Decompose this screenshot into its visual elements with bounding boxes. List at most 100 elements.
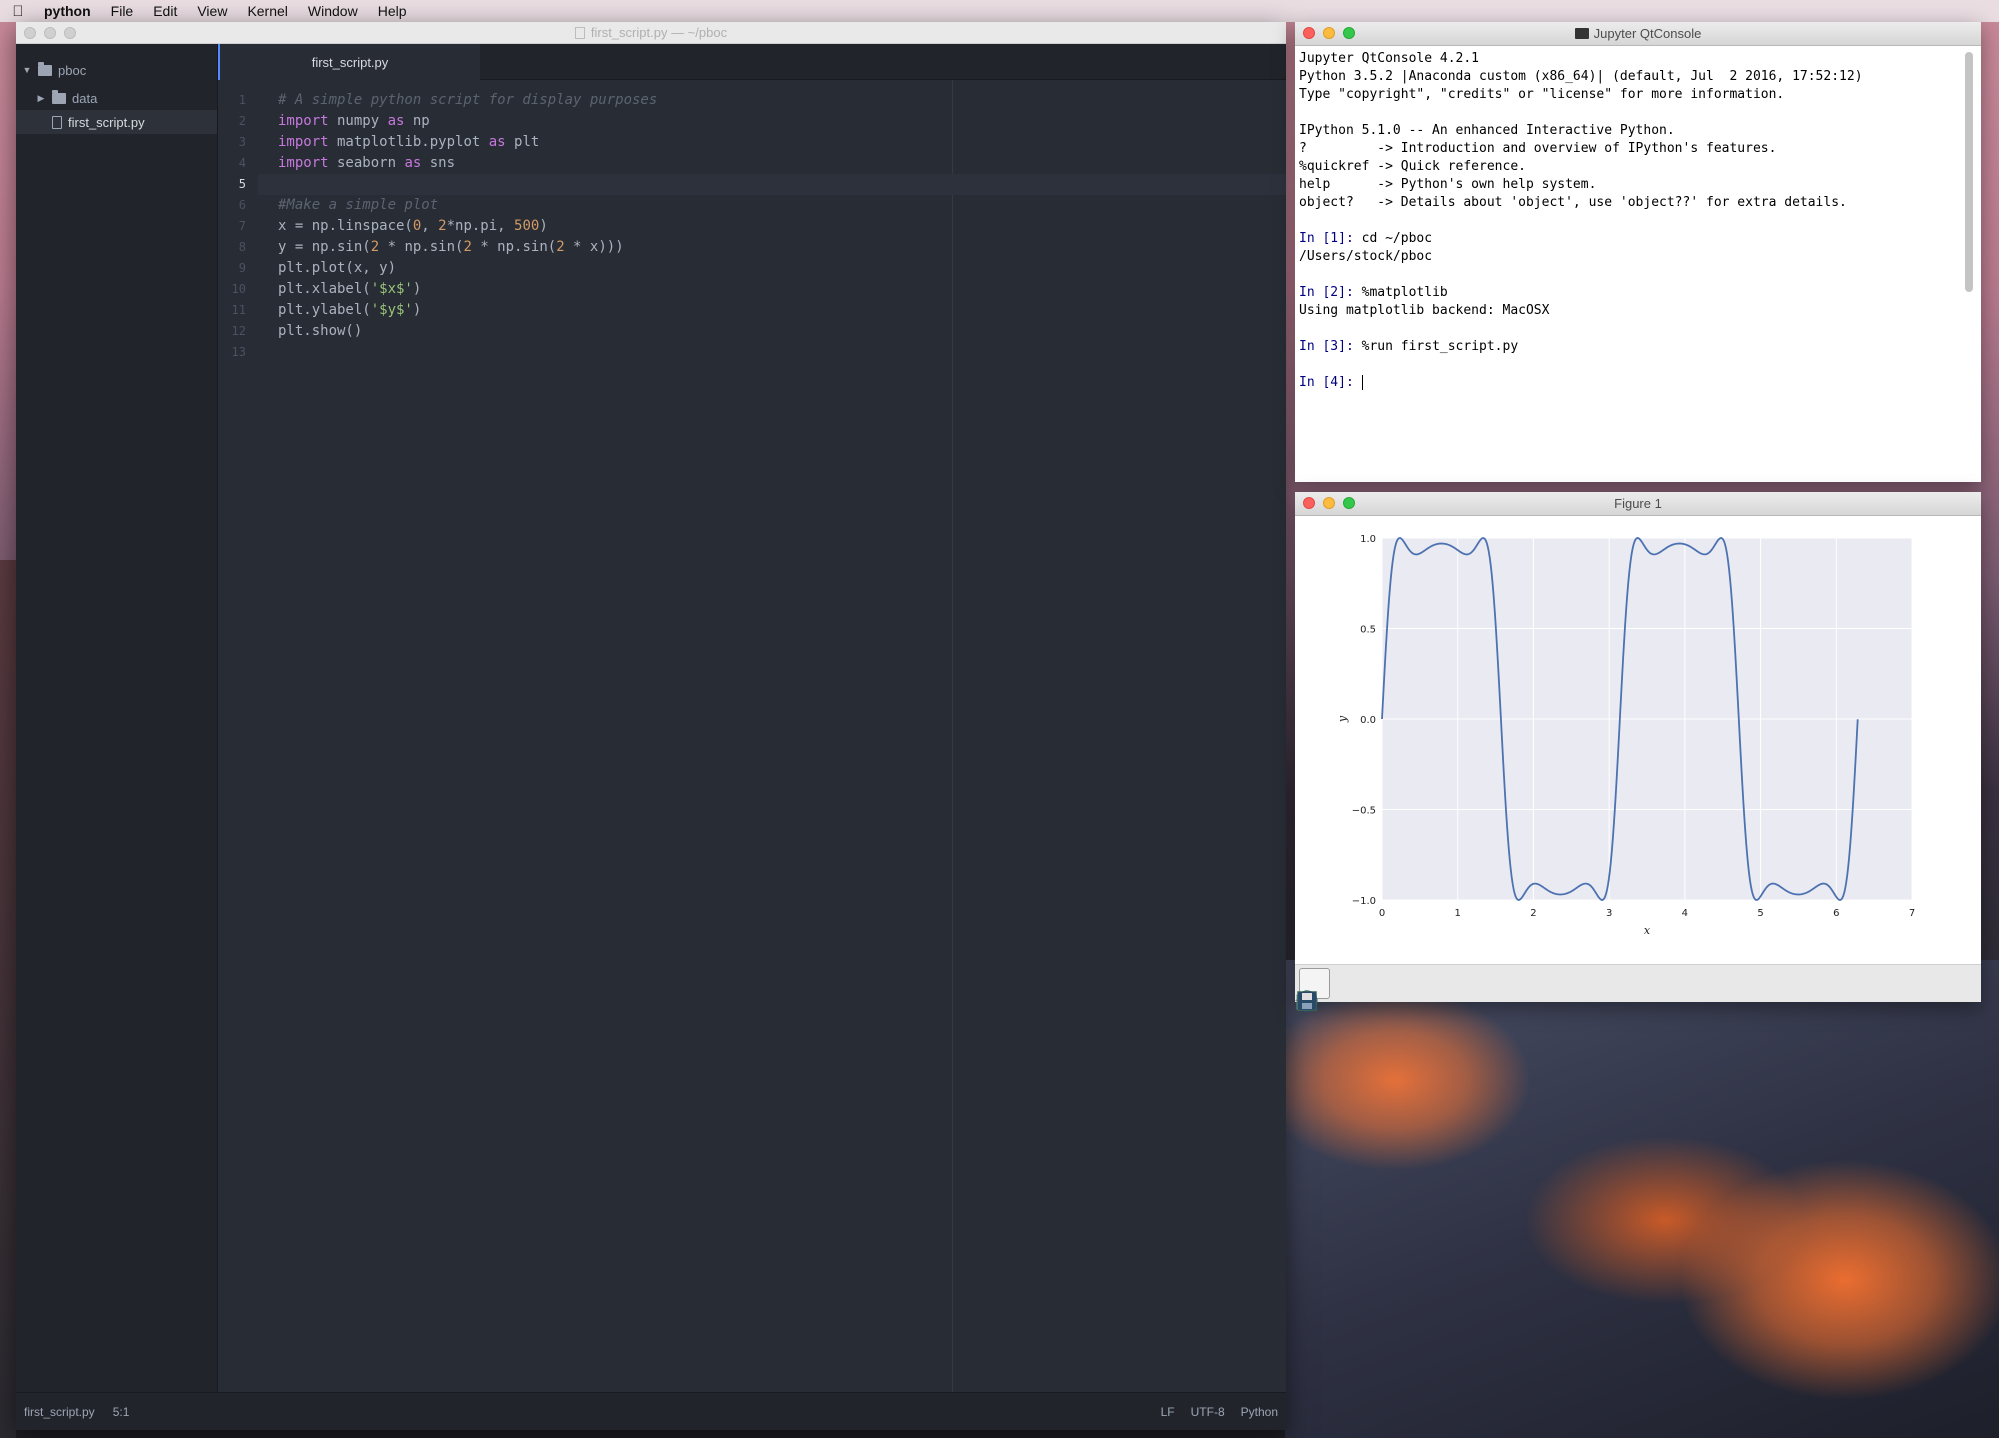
document-icon <box>574 26 585 39</box>
tree-root-pboc[interactable]: ▼ pboc <box>16 58 217 82</box>
qtconsole-title: Jupyter QtConsole <box>1593 26 1702 41</box>
console-spacer <box>1299 212 1959 230</box>
minimize-button[interactable] <box>44 27 56 39</box>
code-line[interactable]: import matplotlib.pyplot as plt <box>258 132 1286 153</box>
console-banner-line: help -> Python's own help system. <box>1299 177 1597 192</box>
forward-button[interactable] <box>1296 968 1398 1012</box>
atom-titlebar[interactable]: first_script.py — ~/pboc <box>16 22 1286 44</box>
console-banner-line: object? -> Details about 'object', use '… <box>1299 195 1847 210</box>
close-button[interactable] <box>1303 27 1315 39</box>
console-prompt: In [3]: <box>1299 339 1362 354</box>
x-tick-label: 3 <box>1606 908 1612 919</box>
console-banner-line: Type "copyright", "credits" or "license"… <box>1299 87 1785 102</box>
code-line[interactable]: #Make a simple plot <box>258 195 1286 216</box>
status-file-name[interactable]: first_script.py <box>24 1405 95 1419</box>
line-chart[interactable]: 0 1 2 3 4 5 6 7 1.0 0.5 0.0 −0.5 −1.0 x y <box>1295 516 1981 964</box>
folder-icon <box>52 89 66 104</box>
figure-titlebar[interactable]: Figure 1 <box>1295 492 1981 516</box>
console-input[interactable]: cd ~/pboc <box>1362 231 1432 246</box>
code-line[interactable]: # A simple python script for display pur… <box>258 90 1286 111</box>
editor-pane: first_script.py 1 2 3 4 5 6 7 8 9 10 11 12 13 # A si… <box>218 44 1286 1392</box>
console-input[interactable]: %matplotlib <box>1362 285 1448 300</box>
console-output-line: Using matplotlib backend: MacOSX <box>1299 303 1550 318</box>
menu-kernel[interactable]: Kernel <box>237 3 297 19</box>
line-number: 7 <box>238 219 246 233</box>
console-output[interactable]: Jupyter QtConsole 4.2.1 Python 3.5.2 |Ana… <box>1299 50 1959 480</box>
save-button[interactable] <box>1298 968 1534 1010</box>
zoom-button[interactable] <box>64 27 76 39</box>
pan-button[interactable] <box>1297 968 1432 1011</box>
code-line[interactable]: x = np.linspace(0, 2*np.pi, 500) <box>258 216 1286 237</box>
status-grammar[interactable]: Python <box>1241 1405 1278 1419</box>
zoom-rect-button[interactable] <box>1296 968 1466 1010</box>
console-spacer <box>1299 356 1959 374</box>
code-line[interactable]: plt.xlabel('$x$') <box>258 279 1286 300</box>
matplotlib-toolbar <box>1295 964 1981 1012</box>
x-tick-label: 2 <box>1530 908 1536 919</box>
console-prompt: In [4]: <box>1299 375 1362 390</box>
x-tick-label: 4 <box>1682 908 1688 919</box>
chevron-right-icon[interactable]: ▶ <box>34 93 48 104</box>
line-number: 4 <box>238 156 246 170</box>
console-input-line[interactable]: In [3]: %run first_script.py <box>1299 338 1959 356</box>
code-line[interactable]: plt.show() <box>258 321 1286 342</box>
subplots-button[interactable] <box>1297 968 1500 1011</box>
code-line[interactable] <box>258 174 1286 195</box>
zoom-button[interactable] <box>1343 497 1355 509</box>
line-number: 2 <box>238 114 246 128</box>
menu-file[interactable]: File <box>101 3 144 19</box>
status-cursor-position[interactable]: 5:1 <box>113 1405 130 1419</box>
console-banner-line: IPython 5.1.0 -- An enhanced Interactive… <box>1299 123 1675 138</box>
close-button[interactable] <box>24 27 36 39</box>
window-controls <box>1303 497 1355 509</box>
tree-folder-data[interactable]: ▶ data <box>16 86 217 110</box>
apple-icon[interactable]:  <box>0 3 36 20</box>
console-input-line[interactable]: In [2]: %matplotlib <box>1299 284 1959 302</box>
window-controls <box>24 27 76 39</box>
qtconsole-window: Jupyter QtConsole Jupyter QtConsole 4.2.… <box>1295 22 1981 482</box>
code-line[interactable]: y = np.sin(2 * np.sin(2 * np.sin(2 * x))… <box>258 237 1286 258</box>
tab-first-script[interactable]: first_script.py <box>218 44 480 80</box>
file-icon <box>52 115 62 129</box>
console-banner-line: Python 3.5.2 |Anaconda custom (x86_64)| … <box>1299 69 1863 84</box>
menu-app-name[interactable]: python <box>36 3 101 19</box>
x-tick-label: 5 <box>1757 908 1763 919</box>
qtconsole-titlebar[interactable]: Jupyter QtConsole <box>1295 22 1981 46</box>
console-scrollbar[interactable] <box>1965 52 1973 292</box>
minimize-button[interactable] <box>1323 497 1335 509</box>
code-editor[interactable]: # A simple python script for display pur… <box>258 80 1286 363</box>
x-tick-label: 0 <box>1379 908 1385 919</box>
save-icon <box>1298 992 1316 1010</box>
console-banner-line <box>1299 104 1959 122</box>
code-line[interactable]: import numpy as np <box>258 111 1286 132</box>
menu-help[interactable]: Help <box>368 3 417 19</box>
line-number-gutter: 1 2 3 4 5 6 7 8 9 10 11 12 13 <box>218 80 258 363</box>
x-tick-label: 7 <box>1909 908 1915 919</box>
console-input-line[interactable]: In [4]: <box>1299 374 1959 392</box>
minimize-button[interactable] <box>1323 27 1335 39</box>
text-cursor <box>1361 375 1363 390</box>
menu-edit[interactable]: Edit <box>143 3 187 19</box>
desktop-wallpaper-mountain <box>1285 960 1999 1438</box>
y-tick-label: 0.0 <box>1360 715 1376 726</box>
code-line[interactable]: import seaborn as sns <box>258 153 1286 174</box>
line-number: 12 <box>231 324 246 338</box>
console-input[interactable]: %run first_script.py <box>1362 339 1519 354</box>
code-line[interactable] <box>258 342 1286 363</box>
status-encoding[interactable]: UTF-8 <box>1191 1405 1225 1419</box>
code-line[interactable]: plt.ylabel('$y$') <box>258 300 1286 321</box>
y-tick-label: −0.5 <box>1352 806 1376 817</box>
console-input-line[interactable]: In [1]: cd ~/pboc <box>1299 230 1959 248</box>
back-button[interactable] <box>1296 968 1364 1012</box>
menu-view[interactable]: View <box>187 3 237 19</box>
menu-window[interactable]: Window <box>298 3 368 19</box>
zoom-button[interactable] <box>1343 27 1355 39</box>
tree-file-first-script[interactable]: first_script.py <box>16 110 217 134</box>
close-button[interactable] <box>1303 497 1315 509</box>
status-line-ending[interactable]: LF <box>1161 1405 1175 1419</box>
code-line[interactable]: plt.plot(x, y) <box>258 258 1286 279</box>
line-number: 11 <box>231 303 246 317</box>
console-banner-line: Jupyter QtConsole 4.2.1 <box>1299 51 1480 66</box>
console-prompt: In [1]: <box>1299 231 1362 246</box>
chevron-down-icon[interactable]: ▼ <box>20 65 34 75</box>
